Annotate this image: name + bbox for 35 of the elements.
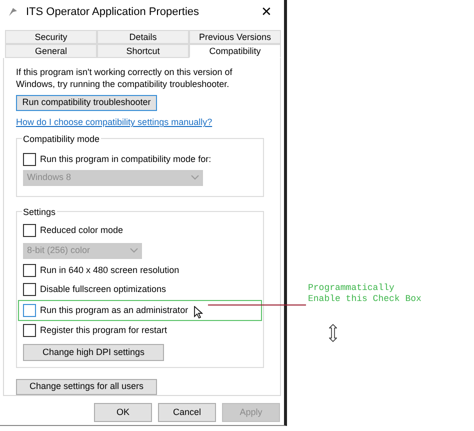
checkbox[interactable] <box>23 304 36 317</box>
checkbox-label: Run in 640 x 480 screen resolution <box>40 264 180 277</box>
tab[interactable]: General <box>5 44 97 58</box>
tab[interactable]: Shortcut <box>97 44 189 58</box>
tab[interactable]: Previous Versions <box>189 30 281 44</box>
checkbox-label: Run this program in compatibility mode for: <box>40 153 212 166</box>
tab[interactable]: Security <box>5 30 97 44</box>
help-link[interactable]: How do I choose compatibility settings manually? <box>16 116 268 130</box>
window-title: ITS Operator Application Properties <box>26 4 200 20</box>
resize-cursor-icon <box>329 324 337 342</box>
all-users-button[interactable]: Change settings for all users <box>16 378 157 395</box>
checkbox-label: Run this program as an administrator <box>40 304 188 317</box>
dpi-settings-button[interactable]: Change high DPI settings <box>23 344 164 361</box>
dialog-button[interactable]: OK <box>94 403 152 422</box>
group-title: Settings <box>22 206 57 220</box>
checkbox[interactable] <box>23 264 36 278</box>
intro-text: If this program isn't working correctly on this version of Windows, try running the compatibility troubleshooter. <box>16 66 234 90</box>
checkbox-label: Register this program for restart <box>40 324 168 337</box>
troubleshooter-button[interactable]: Run compatibility troubleshooter <box>16 95 157 112</box>
annotation-text: Programmatically Enable this Check Box <box>308 283 422 305</box>
checkbox-label: Reduced color mode <box>40 224 124 237</box>
checkbox[interactable] <box>23 224 36 238</box>
mouse-pointer-icon <box>194 306 203 319</box>
dialog-button[interactable]: Cancel <box>158 403 216 422</box>
close-button[interactable]: ✕ <box>257 2 276 22</box>
tab[interactable]: Compatibility <box>189 44 281 58</box>
tab[interactable]: Details <box>97 30 189 44</box>
checkbox[interactable] <box>23 283 36 296</box>
group-title: Compatibility mode <box>22 132 101 146</box>
checkbox[interactable] <box>23 153 36 166</box>
checkbox-label: Disable fullscreen optimizations <box>40 283 166 296</box>
chevron-icon <box>191 175 199 180</box>
checkbox[interactable] <box>23 324 36 338</box>
chevron-icon <box>130 248 138 254</box>
app-icon <box>8 7 18 17</box>
